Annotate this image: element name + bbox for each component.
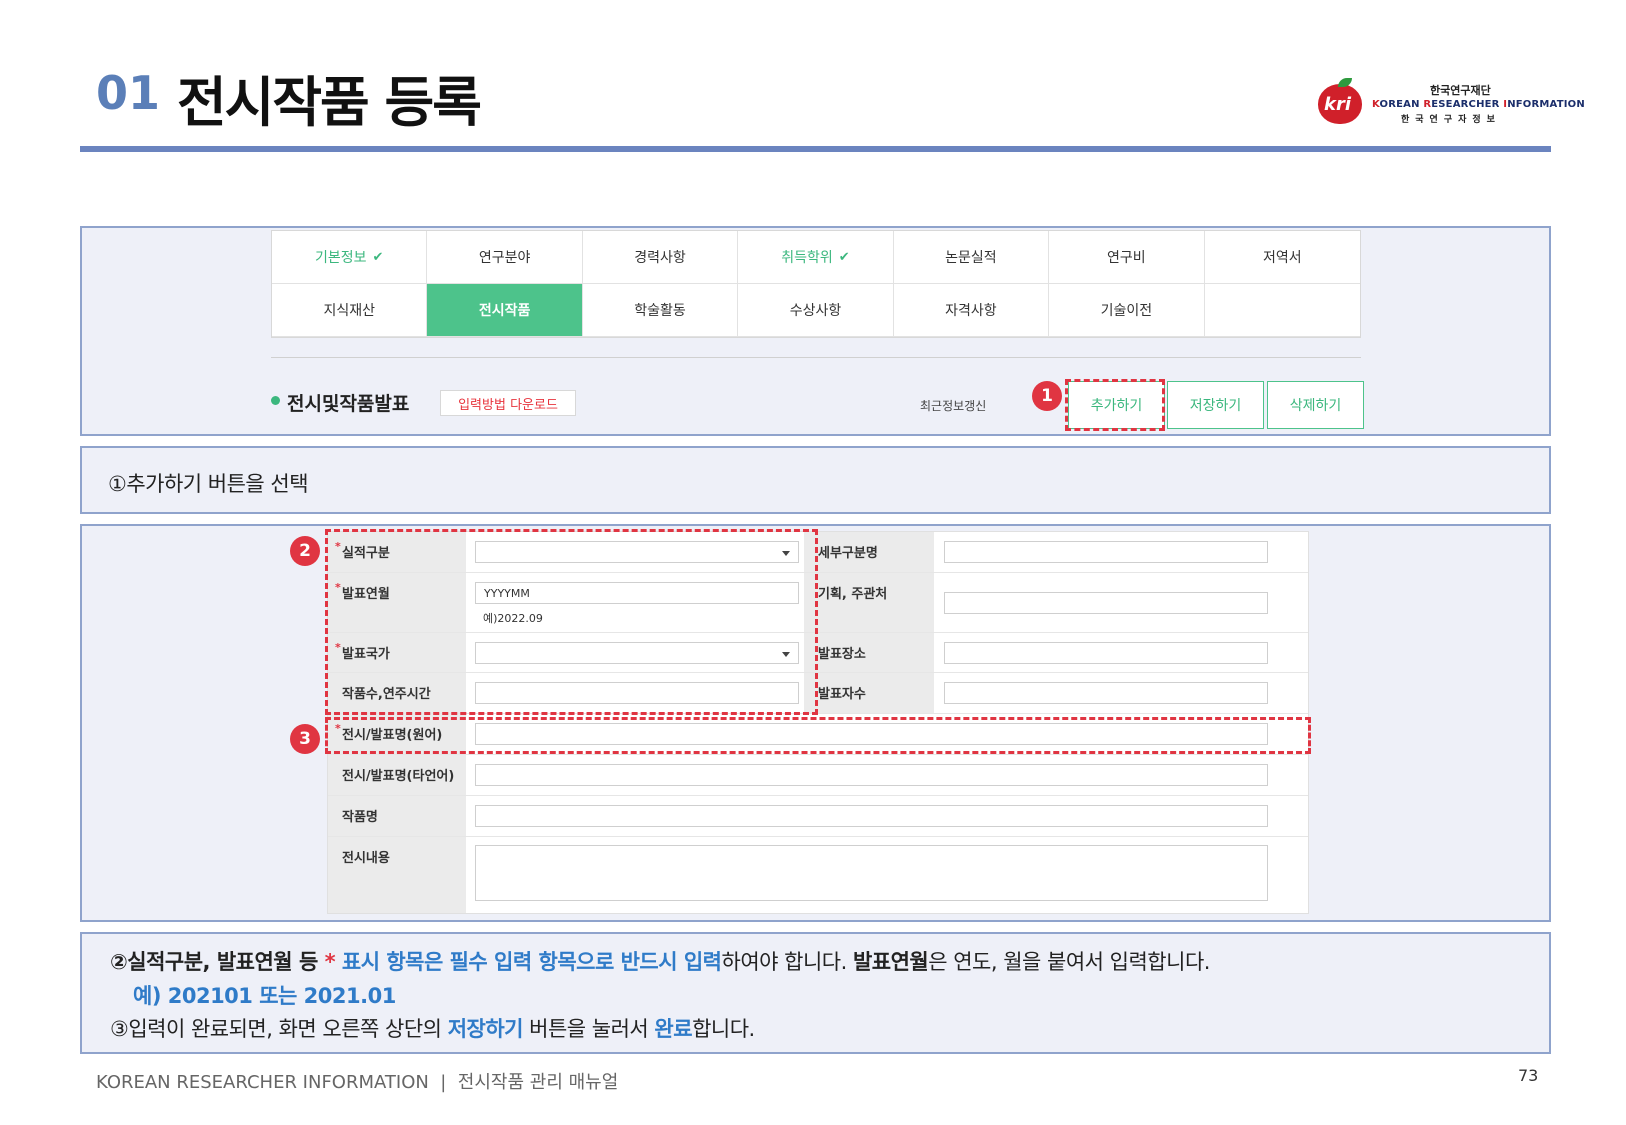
step-marker-1: 1 — [1032, 381, 1062, 411]
venue-label: 발표장소 — [804, 633, 934, 672]
highlight-required-fields — [325, 529, 818, 715]
step-marker-2: 2 — [290, 536, 320, 566]
logo-org-name: 한국연구재단 — [1430, 84, 1491, 97]
category-tab-grid: 기본정보 ✔ 연구분야 경력사항 취득학위 ✔ 논문실적 연구비 저역서 지식재산 … — [271, 230, 1361, 338]
tab-degree[interactable]: 취득학위 ✔ — [738, 231, 894, 284]
logo-english-name: KOREAN RESEARCHER INFORMATION — [1372, 99, 1585, 110]
section-number: 01 — [96, 66, 161, 120]
note-step-3: ③입력이 완료되면, 화면 오른쪽 상단의 저장하기 버튼을 눌러서 완료합니다… — [110, 1017, 755, 1041]
note-step-2: ②실적구분, 발표연월 등 * 표시 항목은 필수 입력 항목으로 반드시 입력… — [110, 950, 1210, 974]
tab-tech-transfer[interactable]: 기술이전 — [1049, 284, 1205, 337]
kri-logo-mark: kri — [1324, 94, 1352, 115]
row-divider — [328, 795, 1308, 796]
download-guide-button[interactable]: 입력방법 다운로드 — [440, 390, 576, 416]
subcategory-input[interactable] — [944, 541, 1268, 563]
tab-basic-info[interactable]: 기본정보 ✔ — [272, 231, 428, 284]
tab-certifications[interactable]: 자격사항 — [893, 284, 1050, 337]
logo-korean-name: 한국연구자정보 — [1401, 115, 1501, 125]
footer-text: KOREAN RESEARCHER INFORMATION | 전시작품 관리 … — [96, 1072, 619, 1093]
tab-empty — [1204, 284, 1360, 337]
note-step-2-example: 예) 202101 또는 2021.01 — [133, 984, 396, 1008]
section-separator — [271, 357, 1361, 358]
step-marker-3: 3 — [290, 724, 320, 754]
tab-research-field[interactable]: 연구분야 — [427, 231, 583, 284]
content-label: 전시내용 — [328, 837, 466, 913]
title-other-label: 전시/발표명(타언어) — [328, 755, 466, 795]
tab-papers[interactable]: 논문실적 — [893, 231, 1050, 284]
note-step-1: ①추가하기 버튼을 선택 — [108, 472, 309, 496]
save-button[interactable]: 저장하기 — [1167, 381, 1264, 429]
organizer-input[interactable] — [944, 592, 1268, 614]
page-number: 73 — [1518, 1066, 1539, 1085]
tab-awards[interactable]: 수상사항 — [738, 284, 894, 337]
page-title: 전시작품 등록 — [177, 71, 482, 134]
subcategory-label: 세부구분명 — [804, 532, 934, 572]
tab-ip[interactable]: 지식재산 — [272, 284, 428, 337]
work-name-label: 작품명 — [328, 796, 466, 836]
work-name-input[interactable] — [475, 805, 1268, 827]
title-other-input[interactable] — [475, 764, 1268, 786]
tab-academic-activity[interactable]: 학술활동 — [582, 284, 739, 337]
content-textarea[interactable] — [475, 845, 1268, 901]
bullet-icon — [271, 396, 280, 405]
venue-input[interactable] — [944, 642, 1268, 664]
presenter-count-input[interactable] — [944, 682, 1268, 704]
presenter-count-label: 발표자수 — [804, 673, 934, 713]
check-icon: ✔ — [838, 249, 850, 265]
tab-books[interactable]: 저역서 — [1204, 231, 1360, 284]
check-icon: ✔ — [372, 249, 384, 265]
organizer-label: 기획, 주관처 — [804, 573, 934, 632]
row-divider — [328, 836, 1308, 837]
recent-update-label: 최근정보갱신 — [920, 399, 987, 413]
tab-exhibition[interactable]: 전시작품 — [427, 284, 583, 337]
highlight-title-field — [325, 717, 1311, 754]
highlight-add-button — [1065, 379, 1165, 431]
section-title: 전시및작품발표 — [287, 393, 410, 415]
tab-career[interactable]: 경력사항 — [582, 231, 739, 284]
row-divider — [328, 754, 1308, 755]
tab-research-funds[interactable]: 연구비 — [1049, 231, 1205, 284]
title-divider — [80, 146, 1551, 152]
delete-button[interactable]: 삭제하기 — [1267, 381, 1364, 429]
